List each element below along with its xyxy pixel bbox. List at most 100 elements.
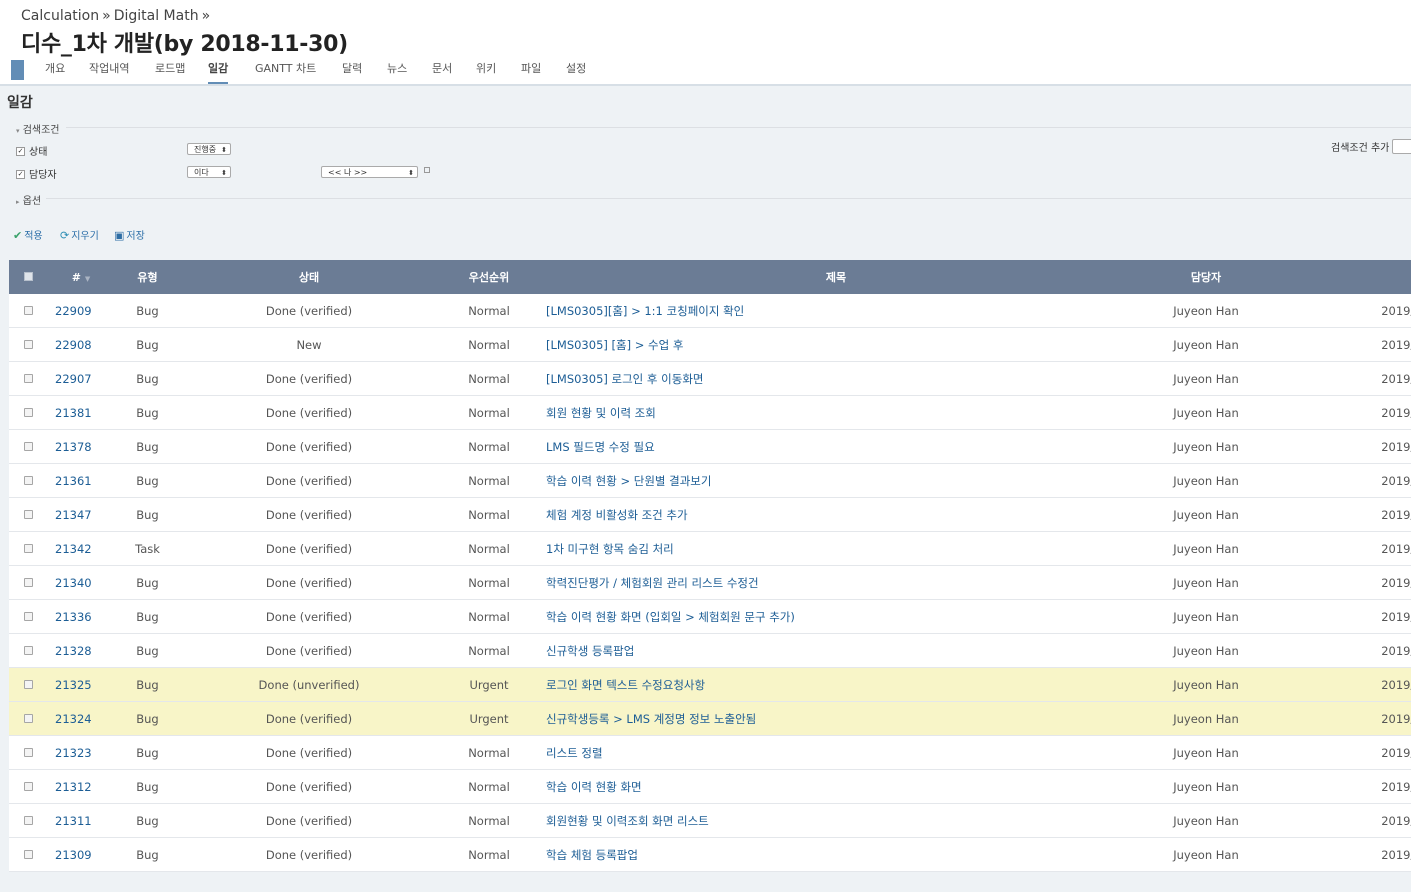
- issue-id-link[interactable]: 21381: [47, 395, 115, 430]
- row-checkbox[interactable]: [9, 429, 47, 464]
- column-header-status[interactable]: 상태: [180, 260, 438, 294]
- toggle-multiselect-icon[interactable]: [424, 167, 430, 173]
- issue-subject-link[interactable]: 체험 계정 비활성화 조건 추가: [540, 497, 1132, 532]
- issue-id-link[interactable]: 21312: [47, 769, 115, 804]
- row-checkbox[interactable]: [9, 463, 47, 498]
- issue-id-link[interactable]: 21342: [47, 531, 115, 566]
- tab-calendar[interactable]: 달력: [342, 60, 362, 82]
- issue-assignee-link[interactable]: Juyeon Han: [1132, 361, 1280, 396]
- tab-wiki[interactable]: 위키: [476, 60, 496, 82]
- row-checkbox[interactable]: [9, 633, 47, 668]
- filter-assignee-value-select[interactable]: << 나 >> ⬍: [321, 166, 418, 178]
- row-checkbox[interactable]: [9, 327, 47, 362]
- tab-gantt[interactable]: GANTT 차트: [255, 60, 316, 82]
- row-checkbox[interactable]: [9, 769, 47, 804]
- issue-assignee-link[interactable]: Juyeon Han: [1132, 531, 1280, 566]
- issue-id-link[interactable]: 21309: [47, 837, 115, 872]
- breadcrumb-current-link[interactable]: Digital Math: [114, 8, 199, 24]
- row-checkbox[interactable]: [9, 531, 47, 566]
- issue-subject-link[interactable]: LMS 필드명 수정 필요: [540, 429, 1132, 464]
- issue-id-link[interactable]: 22907: [47, 361, 115, 396]
- issue-assignee-link[interactable]: Juyeon Han: [1132, 735, 1280, 770]
- filter-assignee-operator-select[interactable]: 이다 ⬍: [187, 166, 231, 178]
- issue-id-link[interactable]: 21324: [47, 701, 115, 736]
- issue-assignee-link[interactable]: Juyeon Han: [1132, 294, 1280, 328]
- tab-activity[interactable]: 작업내역: [89, 60, 129, 82]
- column-header-id[interactable]: # ▼: [47, 260, 115, 294]
- row-checkbox[interactable]: [9, 803, 47, 838]
- table-row[interactable]: 21340 Bug Done (verified) Normal 학력진단평가 / 체험…: [9, 565, 1411, 600]
- table-row[interactable]: 21361 Bug Done (verified) Normal 학습 이력 현황 > …: [9, 463, 1411, 498]
- row-checkbox[interactable]: [9, 395, 47, 430]
- issue-subject-link[interactable]: 회원현황 및 이력조회 화면 리스트: [540, 803, 1132, 838]
- row-checkbox[interactable]: [9, 735, 47, 770]
- issue-subject-link[interactable]: 학습 이력 현황 화면: [540, 769, 1132, 804]
- issue-assignee-link[interactable]: Juyeon Han: [1132, 565, 1280, 600]
- issue-id-link[interactable]: 21311: [47, 803, 115, 838]
- issue-assignee-link[interactable]: Juyeon Han: [1132, 395, 1280, 430]
- row-checkbox[interactable]: [9, 667, 47, 702]
- add-filter-select[interactable]: [1392, 139, 1411, 154]
- save-button[interactable]: ▣ 저장: [114, 227, 145, 242]
- row-checkbox[interactable]: [9, 361, 47, 396]
- issue-subject-link[interactable]: 로그인 화면 텍스트 수정요청사항: [540, 667, 1132, 702]
- issue-subject-link[interactable]: 학습 이력 현황 > 단원별 결과보기: [540, 463, 1132, 498]
- table-row[interactable]: 21342 Task Done (verified) Normal 1차 미구현 항목 …: [9, 531, 1411, 566]
- issue-id-link[interactable]: 21361: [47, 463, 115, 498]
- table-row[interactable]: 21378 Bug Done (verified) Normal LMS 필드명 수정 …: [9, 429, 1411, 464]
- issue-subject-link[interactable]: 학습 체험 등록팝업: [540, 837, 1132, 872]
- issue-id-link[interactable]: 21336: [47, 599, 115, 634]
- issue-assignee-link[interactable]: Juyeon Han: [1132, 803, 1280, 838]
- tab-documents[interactable]: 문서: [432, 60, 452, 82]
- filters-legend-toggle[interactable]: ▾ 검색조건: [16, 121, 60, 136]
- table-row[interactable]: 21311 Bug Done (verified) Normal 회원현황 및 이력조회…: [9, 803, 1411, 838]
- column-header-priority[interactable]: 우선순위: [438, 260, 540, 294]
- issue-subject-link[interactable]: [LMS0305] [홈] > 수업 후: [540, 327, 1132, 362]
- row-checkbox[interactable]: [9, 837, 47, 872]
- sidebar-toggle-button[interactable]: [11, 60, 24, 80]
- issue-id-link[interactable]: 21325: [47, 667, 115, 702]
- issue-subject-link[interactable]: [LMS0305] 로그인 후 이동화면: [540, 361, 1132, 396]
- options-legend-toggle[interactable]: ▸ 옵션: [16, 192, 41, 207]
- clear-button[interactable]: ⟳ 지우기: [60, 227, 99, 242]
- issue-id-link[interactable]: 21323: [47, 735, 115, 770]
- tab-overview[interactable]: 개요: [45, 60, 65, 82]
- issue-id-link[interactable]: 21340: [47, 565, 115, 600]
- issue-subject-link[interactable]: [LMS0305][홈] > 1:1 코칭페이지 확인: [540, 294, 1132, 328]
- issue-assignee-link[interactable]: Juyeon Han: [1132, 633, 1280, 668]
- column-header-assignee[interactable]: 담당자: [1132, 260, 1280, 294]
- issue-subject-link[interactable]: 학력진단평가 / 체험회원 관리 리스트 수정건: [540, 565, 1132, 600]
- issue-id-link[interactable]: 21347: [47, 497, 115, 532]
- row-checkbox[interactable]: [9, 294, 47, 328]
- row-checkbox[interactable]: [9, 497, 47, 532]
- column-header-subject[interactable]: 제목: [540, 260, 1132, 294]
- issue-id-link[interactable]: 21378: [47, 429, 115, 464]
- tab-files[interactable]: 파일: [521, 60, 541, 82]
- tab-roadmap[interactable]: 로드맵: [155, 60, 185, 82]
- select-all-checkbox[interactable]: [9, 260, 47, 294]
- row-checkbox[interactable]: [9, 599, 47, 634]
- row-checkbox[interactable]: [9, 565, 47, 600]
- filter-assignee-checkbox[interactable]: ✓: [16, 169, 25, 179]
- issue-assignee-link[interactable]: Juyeon Han: [1132, 667, 1280, 702]
- issue-subject-link[interactable]: 1차 미구현 항목 숨김 처리: [540, 531, 1132, 566]
- issue-assignee-link[interactable]: Juyeon Han: [1132, 837, 1280, 872]
- tab-news[interactable]: 뉴스: [387, 60, 407, 82]
- issue-assignee-link[interactable]: Juyeon Han: [1132, 701, 1280, 736]
- issue-subject-link[interactable]: 리스트 정렬: [540, 735, 1132, 770]
- table-row[interactable]: 21336 Bug Done (verified) Normal 학습 이력 현황 화면…: [9, 599, 1411, 634]
- table-row[interactable]: 22909 Bug Done (verified) Normal [LMS0305][홈…: [9, 294, 1411, 328]
- table-row[interactable]: 22907 Bug Done (verified) Normal [LMS0305] 로…: [9, 361, 1411, 396]
- tab-settings[interactable]: 설정: [566, 60, 586, 82]
- issue-id-link[interactable]: 22909: [47, 294, 115, 328]
- issue-assignee-link[interactable]: Juyeon Han: [1132, 463, 1280, 498]
- issue-id-link[interactable]: 21328: [47, 633, 115, 668]
- issue-id-link[interactable]: 22908: [47, 327, 115, 362]
- table-row[interactable]: 21381 Bug Done (verified) Normal 회원 현황 및 이력 …: [9, 395, 1411, 430]
- issue-assignee-link[interactable]: Juyeon Han: [1132, 769, 1280, 804]
- filter-status-checkbox[interactable]: ✓: [16, 146, 25, 156]
- column-header-tracker[interactable]: 유형: [115, 260, 180, 294]
- table-row[interactable]: 21324 Bug Done (verified) Urgent 신규학생등록 > LM…: [9, 701, 1411, 736]
- issue-subject-link[interactable]: 회원 현황 및 이력 조회: [540, 395, 1132, 430]
- issue-assignee-link[interactable]: Juyeon Han: [1132, 327, 1280, 362]
